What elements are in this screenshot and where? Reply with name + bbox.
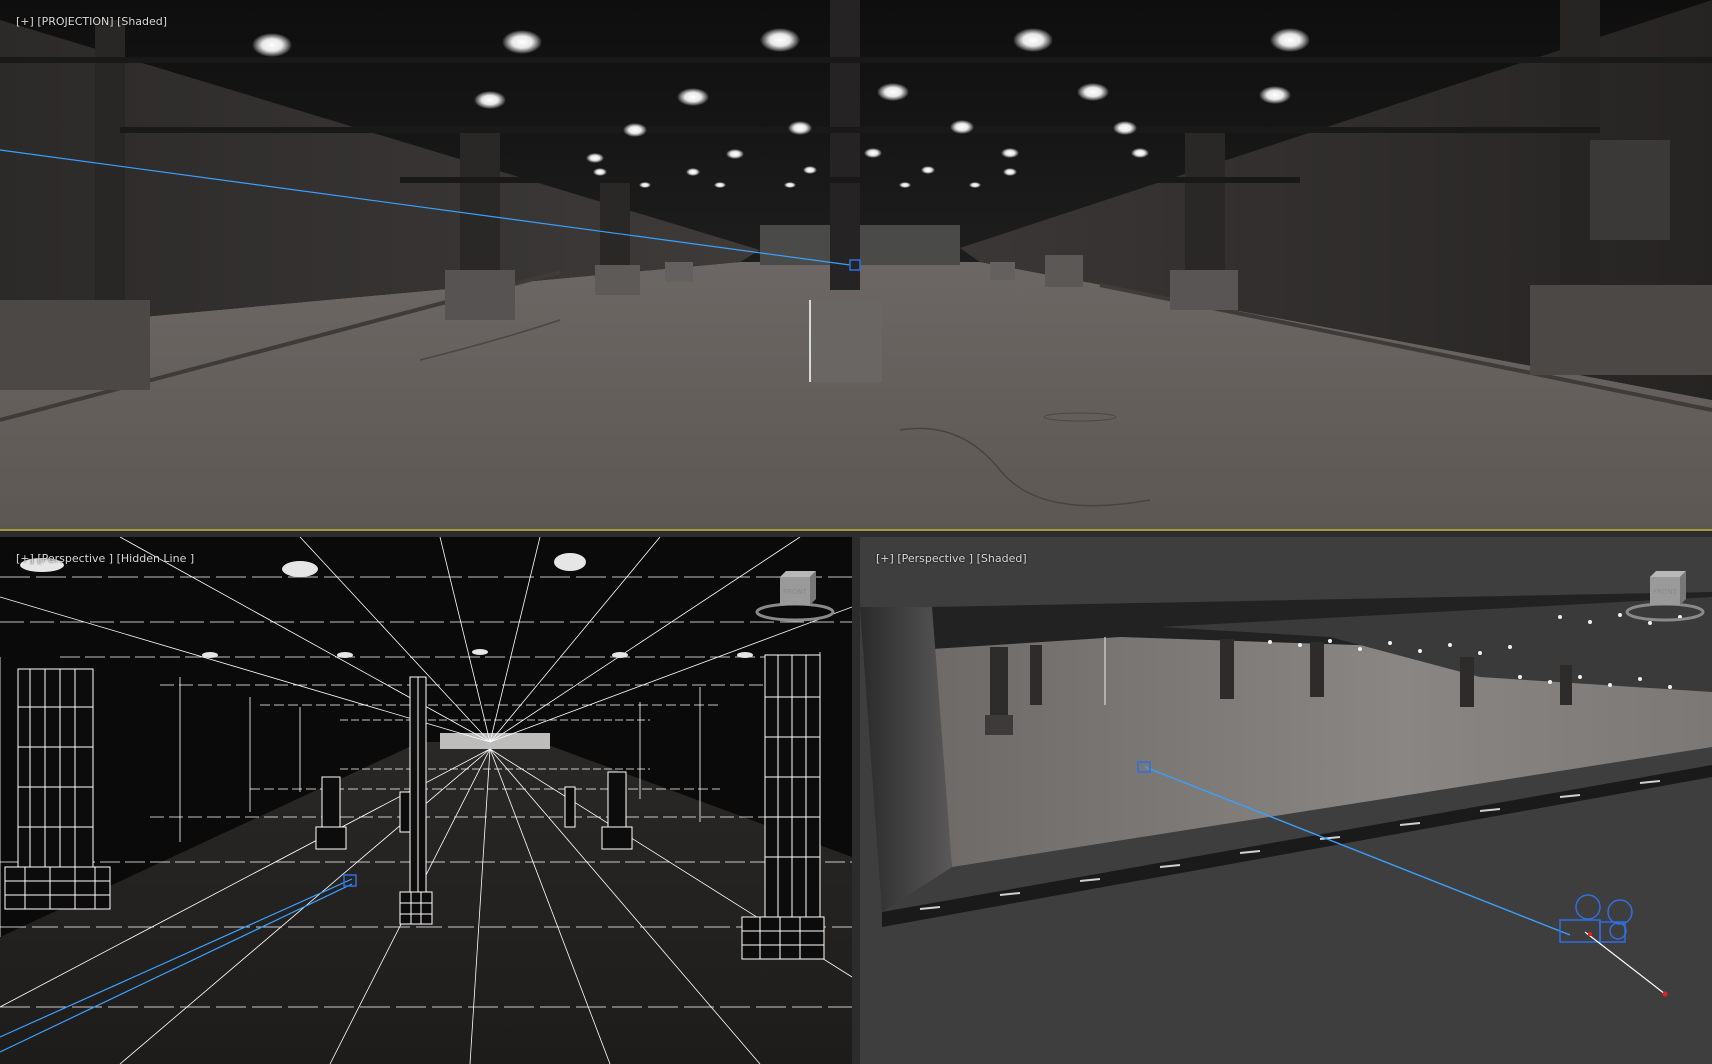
- viewport-view-menu[interactable]: [PROJECTION]: [37, 15, 113, 28]
- viewport-perspective-shaded[interactable]: [+] [Perspective ] [Shaded] FRONT: [860, 537, 1712, 1064]
- hidden-line-scene: [0, 537, 852, 1064]
- viewport-label: [+] [Perspective ] [Shaded]: [862, 539, 1027, 578]
- camera-target-dot: [1662, 991, 1668, 997]
- viewport-shading-menu[interactable]: [Shaded]: [117, 15, 167, 28]
- viewcube-icon[interactable]: FRONT: [1620, 567, 1710, 637]
- camera-icon: [1559, 894, 1633, 943]
- viewcube-icon[interactable]: FRONT: [750, 567, 840, 637]
- svg-text:FRONT: FRONT: [783, 588, 808, 596]
- projection-scene: [0, 0, 1712, 530]
- viewport-view-menu[interactable]: [Perspective ]: [37, 552, 113, 565]
- viewport-view-menu[interactable]: [Perspective ]: [897, 552, 973, 565]
- viewport-shading-menu[interactable]: [Shaded]: [977, 552, 1027, 565]
- viewport-menu-plus[interactable]: [+]: [16, 15, 34, 28]
- viewport-projection[interactable]: [+] [PROJECTION] [Shaded]: [0, 0, 1712, 530]
- viewport-label: [+] [Perspective ] [Hidden Line ]: [2, 539, 194, 578]
- shaded-scene: [860, 592, 1712, 997]
- viewport-menu-plus[interactable]: [+]: [16, 552, 34, 565]
- viewport-perspective-hidden-line[interactable]: [+] [Perspective ] [Hidden Line ] FRONT: [0, 537, 852, 1064]
- viewport-label: [+] [PROJECTION] [Shaded]: [2, 2, 167, 41]
- viewport-shading-menu[interactable]: [Hidden Line ]: [117, 552, 195, 565]
- viewport-menu-plus[interactable]: [+]: [876, 552, 894, 565]
- svg-text:FRONT: FRONT: [1653, 588, 1678, 596]
- viewport-splitter-vertical[interactable]: [852, 537, 860, 1064]
